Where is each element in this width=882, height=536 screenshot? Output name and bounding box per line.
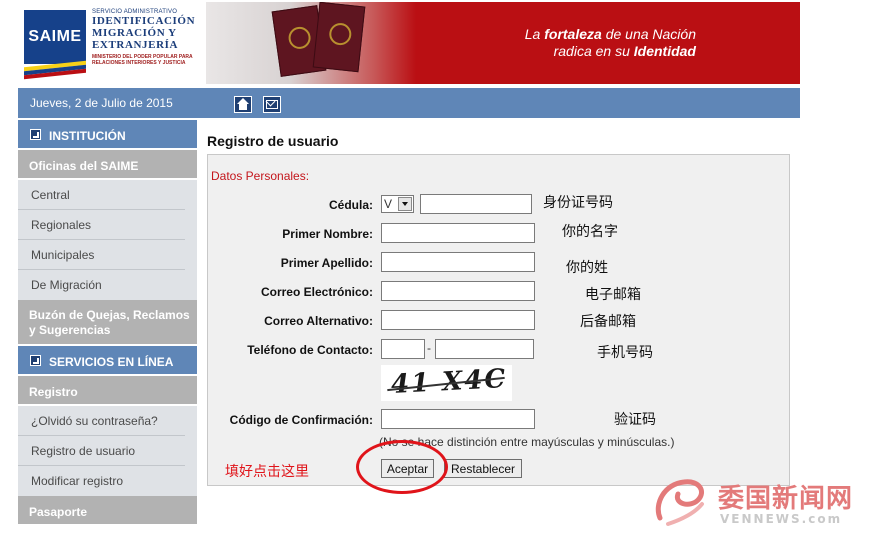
sidebar-section-label: SERVICIOS EN LÍNEA	[49, 355, 174, 369]
annotation-telefono: 手机号码	[597, 345, 653, 361]
phone-dash: -	[427, 341, 431, 355]
telefono-label: Teléfono de Contacto:	[247, 343, 373, 357]
oficinas-list: Central Regionales Municipales De Migrac…	[18, 180, 197, 300]
passport-image	[312, 2, 366, 73]
logo-text: SERVICIO ADMINISTRATIVO IDENTIFICACIÓN M…	[92, 9, 204, 66]
logo-line2: MIGRACIÓN Y	[92, 27, 177, 39]
annotation-apellido: 你的姓	[566, 260, 608, 276]
arrow-box-icon	[30, 355, 41, 366]
sidebar-section-servicios[interactable]: SERVICIOS EN LÍNEA	[18, 346, 197, 376]
registration-form: Datos Personales: Cédula: V Primer Nombr…	[207, 154, 790, 494]
top-bar: Jueves, 2 de Julio de 2015	[18, 88, 800, 118]
sidebar-item-migracion[interactable]: De Migración	[18, 270, 185, 300]
sidebar-item-modificar[interactable]: Modificar registro	[18, 466, 185, 496]
correo-label: Correo Electrónico:	[260, 285, 373, 299]
annotation-correo-alt: 后备邮箱	[580, 314, 636, 330]
codigo-label: Código de Confirmación:	[229, 413, 373, 427]
vennews-watermark: 委国新闻网 VENNEWS.com	[646, 470, 878, 532]
nombre-label: Primer Nombre:	[282, 227, 373, 241]
apellido-label: Primer Apellido:	[280, 256, 373, 270]
cedula-type-select[interactable]: V	[381, 195, 414, 213]
sidebar-item-oficinas[interactable]: Oficinas del SAIME	[18, 150, 197, 180]
logo-line3: EXTRANJERÍA	[92, 39, 179, 51]
watermark-swirl-icon	[655, 479, 704, 526]
saime-badge: SAIME	[24, 10, 86, 64]
phone-number-input[interactable]	[435, 339, 534, 359]
flag-stripes	[24, 60, 86, 80]
annotation-nombre: 你的名字	[562, 224, 618, 240]
annotation-codigo: 验证码	[614, 412, 656, 428]
phone-area-input[interactable]	[381, 339, 425, 359]
sidebar-item-municipales[interactable]: Municipales	[18, 240, 185, 270]
first-name-input[interactable]	[381, 223, 535, 243]
sidebar-item-olvido[interactable]: ¿Olvidó su contraseña?	[18, 406, 185, 436]
registro-list: ¿Olvidó su contraseña? Registro de usuar…	[18, 406, 197, 496]
passport-photo	[206, 2, 416, 84]
arrow-box-icon	[30, 129, 41, 140]
reset-button[interactable]: Restablecer	[444, 459, 522, 478]
sidebar-item-regionales[interactable]: Regionales	[18, 210, 185, 240]
sidebar-item-central[interactable]: Central	[18, 180, 185, 210]
cedula-label: Cédula:	[328, 198, 373, 212]
section-label: Datos Personales:	[211, 169, 310, 183]
logo-ministry-2: RELACIONES INTERIORES Y JUSTICIA	[92, 60, 186, 66]
logo-line1: IDENTIFICACIÓN	[92, 15, 196, 27]
sidebar-section-institucion[interactable]: INSTITUCIÓN	[18, 120, 197, 150]
sidebar-section-label: INSTITUCIÓN	[49, 129, 126, 143]
watermark-english: VENNEWS.com	[720, 512, 843, 526]
mail-icon[interactable]	[263, 96, 281, 113]
sidebar-item-buzon[interactable]: Buzón de Quejas, Reclamos y Sugerencias	[18, 300, 197, 346]
home-icon[interactable]	[234, 96, 252, 113]
page: SAIME SERVICIO ADMINISTRATIVO IDENTIFICA…	[0, 0, 882, 536]
saime-logo[interactable]: SAIME SERVICIO ADMINISTRATIVO IDENTIFICA…	[18, 2, 206, 84]
annotation-click-here: 填好点击这里	[225, 464, 309, 480]
last-name-input[interactable]	[381, 252, 535, 272]
cedula-type-value: V	[384, 197, 393, 211]
confirmation-code-input[interactable]	[381, 409, 535, 429]
page-title: Registro de usuario	[207, 133, 339, 149]
sidebar-item-pasaporte[interactable]: Pasaporte	[18, 496, 197, 526]
alt-email-input[interactable]	[381, 310, 535, 330]
sidebar-item-registro-usuario[interactable]: Registro de usuario	[18, 436, 185, 466]
current-date: Jueves, 2 de Julio de 2015	[30, 96, 173, 110]
captcha-image: 41 X4C	[381, 364, 512, 401]
sidebar-item-registro[interactable]: Registro	[18, 376, 197, 406]
header-slogan: La fortaleza de una Nación radica en su …	[524, 26, 696, 59]
correo-alt-label: Correo Alternativo:	[264, 314, 373, 328]
annotation-correo: 电子邮箱	[585, 287, 641, 303]
header-banner: SAIME SERVICIO ADMINISTRATIVO IDENTIFICA…	[18, 2, 800, 84]
email-input[interactable]	[381, 281, 535, 301]
sidebar: INSTITUCIÓN Oficinas del SAIME Central R…	[18, 120, 197, 536]
highlight-circle	[356, 440, 448, 494]
watermark-chinese: 委国新闻网	[718, 484, 854, 514]
annotation-cedula: 身份证号码	[543, 195, 613, 211]
cedula-input[interactable]	[420, 194, 532, 214]
chevron-down-icon	[398, 197, 412, 211]
